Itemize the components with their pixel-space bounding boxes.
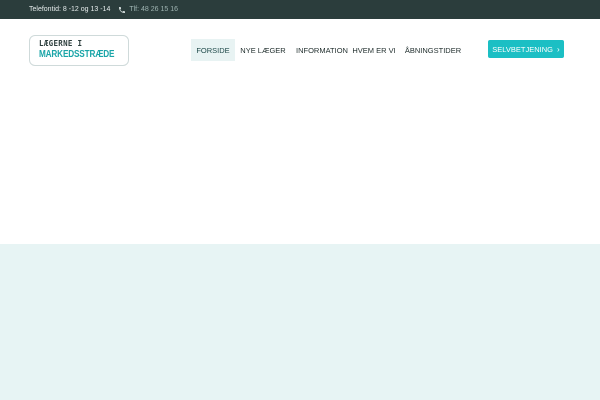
- phone-number: Tlf: 48 26 15 16: [129, 6, 178, 13]
- nav-item-aabningstider[interactable]: ÅBNINGSTIDER: [395, 39, 471, 61]
- site-logo[interactable]: LÆGERNE I MARKEDSSTRÆDE: [29, 35, 129, 66]
- content-band: [0, 244, 600, 400]
- phone-link[interactable]: Tlf: 48 26 15 16: [118, 6, 178, 14]
- selvbetjening-label: SELVBETJENING: [492, 44, 554, 54]
- selvbetjening-button[interactable]: SELVBETJENING ›: [488, 40, 564, 58]
- chevron-right-icon: ›: [557, 44, 560, 54]
- nav-item-forside[interactable]: FORSIDE: [191, 39, 235, 61]
- main-navigation: FORSIDE NYE LÆGER INFORMATION HVEM ER VI…: [191, 39, 471, 61]
- nav-item-hvem-er-vi[interactable]: HVEM ER VI: [352, 39, 395, 61]
- site-header: LÆGERNE I MARKEDSSTRÆDE FORSIDE NYE LÆGE…: [0, 19, 600, 81]
- nav-item-nye-laeger[interactable]: NYE LÆGER: [235, 39, 291, 61]
- top-info-bar: Telefontid: 8 -12 og 13 -14 Tlf: 48 26 1…: [0, 0, 600, 19]
- logo-line-2: MARKEDSSTRÆDE: [39, 48, 115, 60]
- phone-icon: [119, 6, 126, 13]
- phone-hours-text: Telefontid: 8 -12 og 13 -14: [29, 6, 111, 13]
- logo-line-1: LÆGERNE I: [39, 39, 83, 48]
- hero-section: [0, 81, 600, 244]
- nav-item-information[interactable]: INFORMATION: [291, 39, 353, 61]
